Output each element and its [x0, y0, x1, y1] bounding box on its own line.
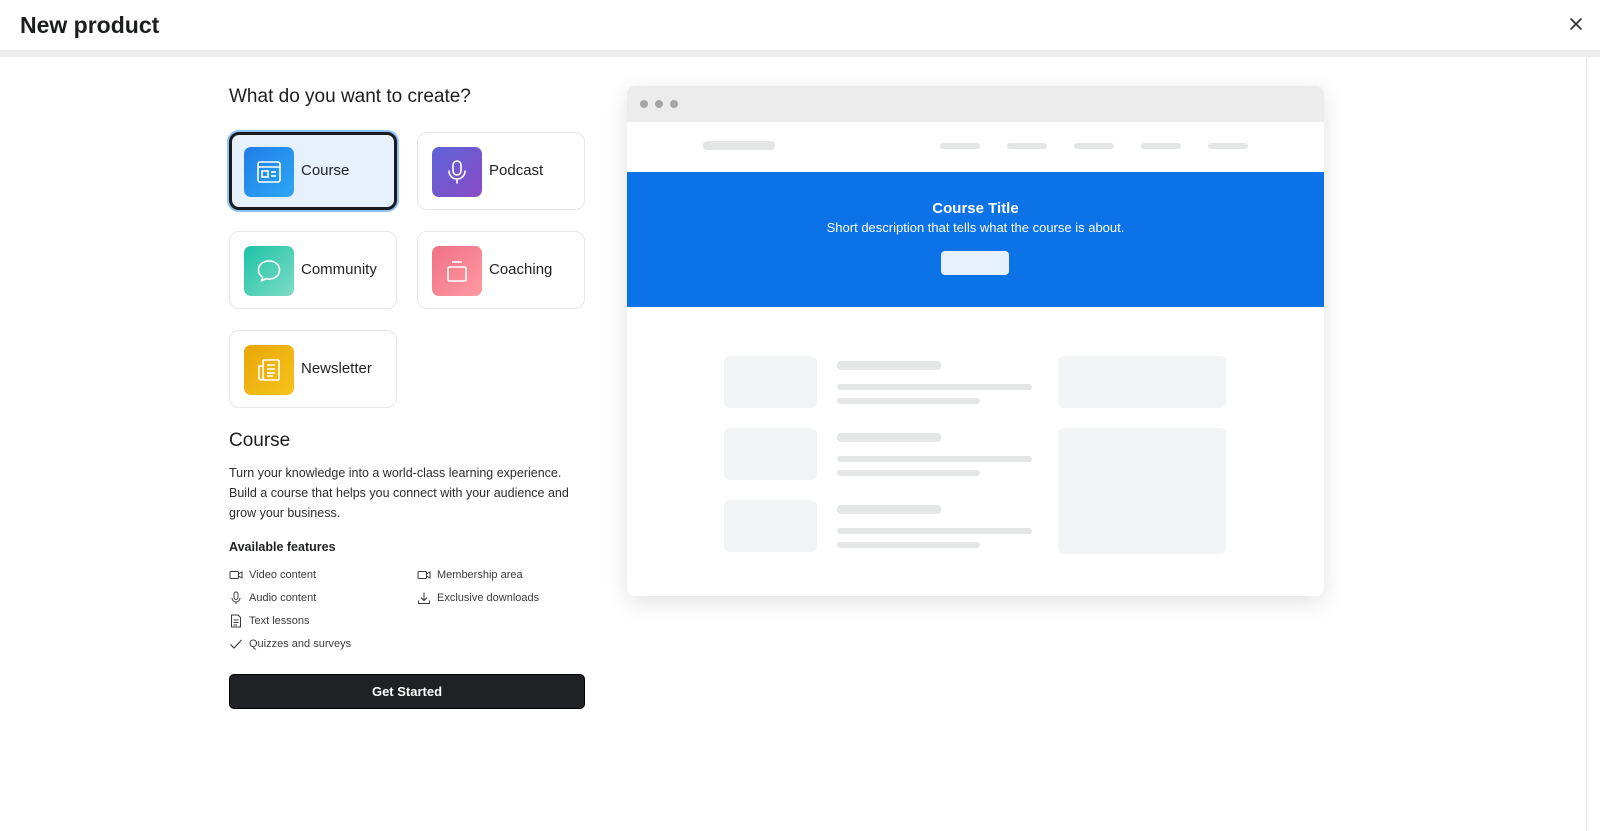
feature-item: Membership area — [417, 568, 523, 582]
lesson-line-placeholder — [837, 398, 980, 404]
close-icon — [1570, 18, 1582, 30]
feature-label: Text lessons — [249, 615, 310, 627]
features-title: Available features — [229, 540, 336, 554]
browser-chrome — [627, 86, 1324, 122]
nav-placeholder — [1074, 143, 1114, 149]
document-icon — [231, 614, 241, 628]
lesson-line-placeholder — [837, 470, 980, 476]
lesson-title-placeholder — [837, 433, 941, 442]
lesson-line-placeholder — [837, 384, 1032, 390]
coaching-icon — [447, 261, 467, 282]
feature-item: Video content — [229, 568, 316, 582]
option-label: Coaching — [489, 261, 553, 278]
scrollbar[interactable] — [1586, 57, 1587, 831]
lesson-line-placeholder — [837, 528, 1032, 534]
microphone-icon — [231, 591, 241, 604]
detail-title: Course — [229, 430, 291, 451]
chat-bubble-icon — [257, 260, 281, 282]
feature-item: Audio content — [229, 591, 316, 605]
option-label: Community — [301, 261, 377, 278]
header: New product — [0, 0, 1600, 50]
option-label: Podcast — [489, 162, 544, 179]
community-tile — [244, 246, 294, 296]
lesson-thumb-placeholder — [724, 500, 817, 552]
podcast-tile — [432, 147, 482, 197]
preview-hero-button — [941, 251, 1009, 275]
header-divider — [0, 50, 1600, 57]
nav-placeholder — [1208, 143, 1248, 149]
video-icon — [229, 571, 243, 579]
sidebar-card-placeholder — [1058, 356, 1226, 408]
option-podcast[interactable]: Podcast — [417, 132, 585, 210]
check-icon — [230, 639, 242, 649]
window-dot — [655, 100, 663, 108]
feature-label: Membership area — [437, 569, 523, 581]
preview-hero-title: Course Title — [932, 200, 1019, 217]
nav-placeholder — [1007, 143, 1047, 149]
preview-hero: Course Title Short description that tell… — [627, 172, 1324, 307]
detail-description: Turn your knowledge into a world-class l… — [229, 466, 569, 520]
option-course[interactable]: Course — [229, 132, 397, 210]
get-started-button[interactable]: Get Started — [229, 674, 585, 709]
lesson-title-placeholder — [837, 361, 941, 370]
lesson-line-placeholder — [837, 542, 980, 548]
microphone-icon — [448, 160, 466, 184]
logo-placeholder — [703, 141, 775, 150]
video-icon — [417, 571, 431, 579]
lesson-title-placeholder — [837, 505, 941, 514]
course-tile — [244, 147, 294, 197]
lesson-thumb-placeholder — [724, 428, 817, 480]
course-preview: Course Title Short description that tell… — [627, 86, 1324, 596]
feature-label: Exclusive downloads — [437, 592, 540, 604]
coaching-tile — [432, 246, 482, 296]
lesson-thumb-placeholder — [724, 356, 817, 408]
page-title: New product — [20, 12, 160, 38]
feature-item: Text lessons — [229, 614, 310, 628]
feature-label: Audio content — [249, 592, 317, 604]
option-community[interactable]: Community — [229, 231, 397, 309]
option-label: Course — [301, 162, 350, 179]
window-dot — [670, 100, 678, 108]
feature-label: Quizzes and surveys — [249, 638, 352, 650]
feature-item: Quizzes and surveys — [229, 637, 351, 651]
nav-placeholder — [1141, 143, 1181, 149]
option-newsletter[interactable]: Newsletter — [229, 330, 397, 408]
nav-placeholder — [940, 143, 980, 149]
chooser-question: What do you want to create? — [229, 86, 471, 107]
feature-item: Exclusive downloads — [417, 591, 539, 605]
window-dot — [640, 100, 648, 108]
lesson-line-placeholder — [837, 456, 1032, 462]
option-label: Newsletter — [301, 360, 372, 377]
newsletter-tile — [244, 345, 294, 395]
close-button[interactable] — [1566, 14, 1586, 34]
feature-label: Video content — [249, 569, 317, 581]
preview-hero-subtitle: Short description that tells what the co… — [826, 220, 1125, 235]
download-icon — [418, 592, 430, 604]
newspaper-icon — [258, 359, 280, 381]
option-coaching[interactable]: Coaching — [417, 231, 585, 309]
sidebar-card-placeholder — [1058, 428, 1226, 554]
course-icon — [257, 161, 281, 183]
